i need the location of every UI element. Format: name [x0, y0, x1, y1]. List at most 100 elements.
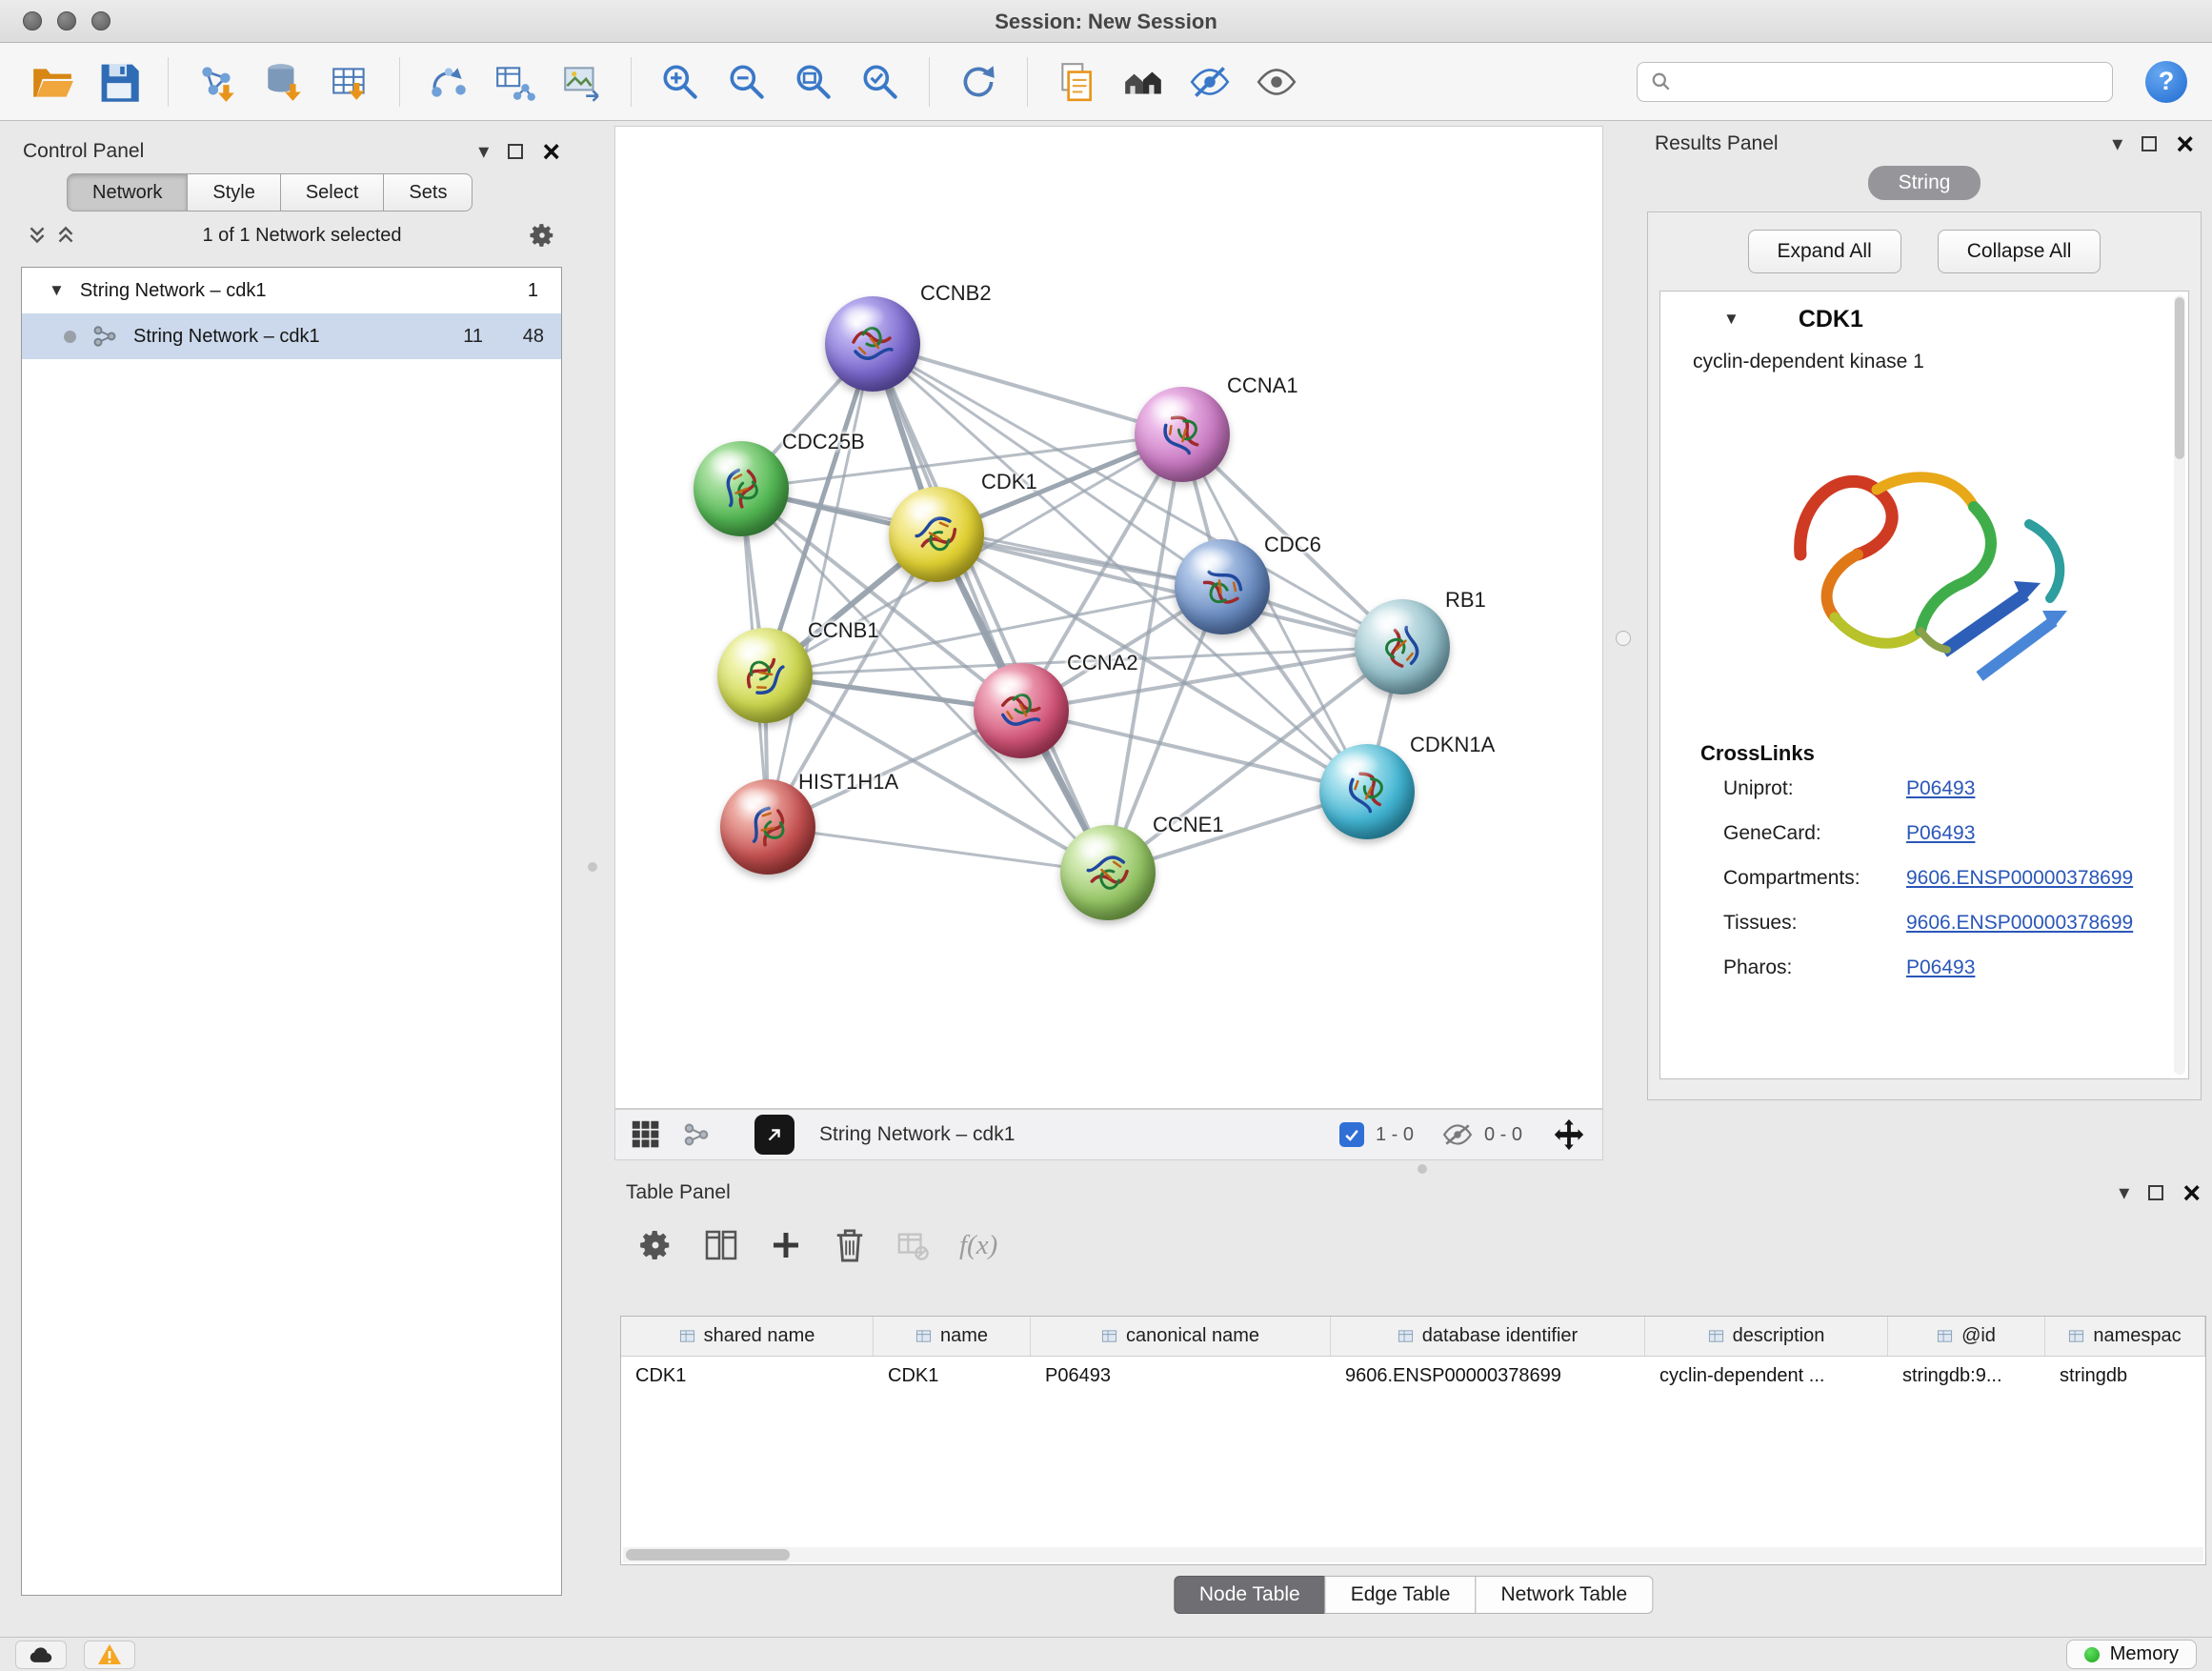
- window-close-button[interactable]: [23, 11, 42, 30]
- import-network-database-button[interactable]: [256, 54, 312, 110]
- table-hscrollbar-thumb[interactable]: [626, 1549, 790, 1560]
- crosslink-compartments-link[interactable]: 9606.ENSP00000378699: [1906, 867, 2133, 890]
- window-zoom-button[interactable]: [91, 11, 111, 30]
- view-network-button[interactable]: [682, 1120, 711, 1149]
- expand-all-chevron-icon[interactable]: [27, 224, 48, 247]
- toolbar-separator: [168, 57, 169, 107]
- export-image-button[interactable]: [554, 54, 610, 110]
- show-all-button[interactable]: [1249, 54, 1304, 110]
- trash-icon[interactable]: [834, 1227, 866, 1263]
- tab-sets[interactable]: Sets: [383, 173, 473, 211]
- column-header-namespac[interactable]: namespac: [2045, 1317, 2205, 1356]
- collapse-all-button[interactable]: Collapse All: [1938, 230, 2101, 273]
- tab-network[interactable]: Network: [67, 173, 188, 211]
- help-button[interactable]: ?: [2145, 61, 2187, 103]
- warning-button[interactable]: [84, 1641, 135, 1669]
- node-CCNB1[interactable]: [717, 628, 813, 723]
- columns-icon[interactable]: [704, 1228, 738, 1262]
- node-CCNA2[interactable]: [974, 663, 1069, 758]
- node-CCNA1[interactable]: [1135, 387, 1230, 482]
- horizontal-splitter-handle[interactable]: [1418, 1164, 1427, 1174]
- column-header--id[interactable]: @id: [1888, 1317, 2045, 1356]
- birds-eye-button[interactable]: [1116, 54, 1171, 110]
- import-network-file-button[interactable]: [190, 54, 245, 110]
- table-hscrollbar[interactable]: [623, 1547, 2203, 1562]
- control-panel-float-button[interactable]: [508, 144, 523, 159]
- refresh-view-button[interactable]: [951, 54, 1006, 110]
- search-input[interactable]: [1681, 70, 2099, 92]
- network-row[interactable]: String Network – cdk1 11 48: [22, 313, 561, 359]
- node-CDK1[interactable]: [889, 487, 984, 582]
- tab-select[interactable]: Select: [280, 173, 385, 211]
- collection-count: 1: [528, 280, 538, 302]
- zoom-out-button[interactable]: [719, 54, 774, 110]
- results-panel-close-button[interactable]: ×: [2176, 133, 2194, 154]
- node-CDKN1A[interactable]: [1319, 744, 1415, 839]
- selected-checkbox[interactable]: [1339, 1122, 1364, 1147]
- column-header-database-identifier[interactable]: database identifier: [1331, 1317, 1645, 1356]
- zoom-in-button[interactable]: [653, 54, 708, 110]
- new-network-button[interactable]: [421, 54, 476, 110]
- crosslink-uniprot-link[interactable]: P06493: [1906, 777, 1975, 800]
- table-gear-icon[interactable]: [637, 1227, 674, 1263]
- column-header-shared-name[interactable]: shared name: [621, 1317, 874, 1356]
- view-grid-button[interactable]: [631, 1119, 661, 1150]
- table-panel-close-button[interactable]: ×: [2182, 1182, 2201, 1203]
- network-from-table-button[interactable]: [488, 54, 543, 110]
- network-canvas[interactable]: CCNB2CCNA1CDC25BCDK1CDC6RB1CCNB1CCNA2CDK…: [614, 126, 1603, 1109]
- cloud-button[interactable]: [15, 1641, 67, 1669]
- crosslink-genecard-link[interactable]: P06493: [1906, 822, 1975, 845]
- node-CCNE1[interactable]: [1060, 825, 1156, 920]
- edge-CCNB2-CCNE1[interactable]: [873, 344, 1108, 873]
- tab-node-table[interactable]: Node Table: [1174, 1576, 1326, 1614]
- vertical-splitter-handle[interactable]: [588, 862, 597, 872]
- results-scrollbar[interactable]: [2174, 295, 2185, 1075]
- column-header-name[interactable]: name: [874, 1317, 1031, 1356]
- node-RB1[interactable]: [1355, 599, 1450, 695]
- results-panel-float-button[interactable]: [2142, 136, 2157, 151]
- zoom-selected-button[interactable]: [853, 54, 908, 110]
- collapse-all-chevron-icon[interactable]: [55, 224, 76, 247]
- eye-icon: [1255, 60, 1298, 104]
- save-session-button[interactable]: [91, 54, 147, 110]
- detach-view-button[interactable]: [754, 1115, 794, 1155]
- expand-all-button[interactable]: Expand All: [1748, 230, 1901, 273]
- tab-edge-table[interactable]: Edge Table: [1325, 1576, 1477, 1614]
- node-CDC25B[interactable]: [694, 441, 789, 536]
- duplicate-document-button[interactable]: [1049, 54, 1104, 110]
- hide-selection-button[interactable]: [1182, 54, 1237, 110]
- table-panel-float-button[interactable]: [2148, 1185, 2163, 1200]
- column-header-description[interactable]: description: [1645, 1317, 1888, 1356]
- node-CCNB2[interactable]: [825, 296, 920, 392]
- edge-CCNB2-HIST1H1A[interactable]: [768, 344, 873, 827]
- results-scrollbar-thumb[interactable]: [2175, 297, 2184, 459]
- tab-string[interactable]: String: [1868, 166, 1981, 200]
- tab-network-table[interactable]: Network Table: [1475, 1576, 1653, 1614]
- edge-CCNA2-CDKN1A[interactable]: [1021, 711, 1367, 792]
- open-session-button[interactable]: [25, 54, 80, 110]
- zoom-fit-button[interactable]: [786, 54, 841, 110]
- table-row[interactable]: CDK1CDK1P064939606.ENSP00000378699cyclin…: [621, 1357, 2205, 1395]
- import-table-file-button[interactable]: [323, 54, 378, 110]
- network-collection-row[interactable]: ▼ String Network – cdk1 1: [22, 268, 561, 313]
- table-panel-collapse-caret[interactable]: ▾: [2119, 1182, 2129, 1203]
- add-column-plus-icon[interactable]: [769, 1228, 803, 1262]
- gear-icon[interactable]: [528, 221, 556, 250]
- control-panel-close-button[interactable]: ×: [542, 141, 560, 162]
- tab-style[interactable]: Style: [187, 173, 280, 211]
- window-minimize-button[interactable]: [57, 11, 76, 30]
- tree-expand-caret[interactable]: ▼: [49, 281, 65, 300]
- node-CDC6[interactable]: [1175, 539, 1270, 634]
- memory-button[interactable]: Memory: [2066, 1640, 2197, 1669]
- results-panel-collapse-caret[interactable]: ▾: [2112, 133, 2122, 154]
- crosslink-tissues-link[interactable]: 9606.ENSP00000378699: [1906, 912, 2133, 935]
- control-panel-collapse-caret[interactable]: ▾: [478, 141, 489, 162]
- crosslink-pharos-link[interactable]: P06493: [1906, 956, 1975, 979]
- crosslink-row: GeneCard:P06493: [1660, 811, 2188, 856]
- pan-move-icon[interactable]: [1551, 1117, 1587, 1153]
- right-splitter-handle[interactable]: [1616, 631, 1631, 646]
- column-header-canonical-name[interactable]: canonical name: [1031, 1317, 1331, 1356]
- edge-HIST1H1A-CCNE1[interactable]: [768, 827, 1108, 873]
- function-builder-button[interactable]: f(x): [959, 1230, 997, 1261]
- section-collapse-caret[interactable]: ▼: [1723, 310, 1739, 329]
